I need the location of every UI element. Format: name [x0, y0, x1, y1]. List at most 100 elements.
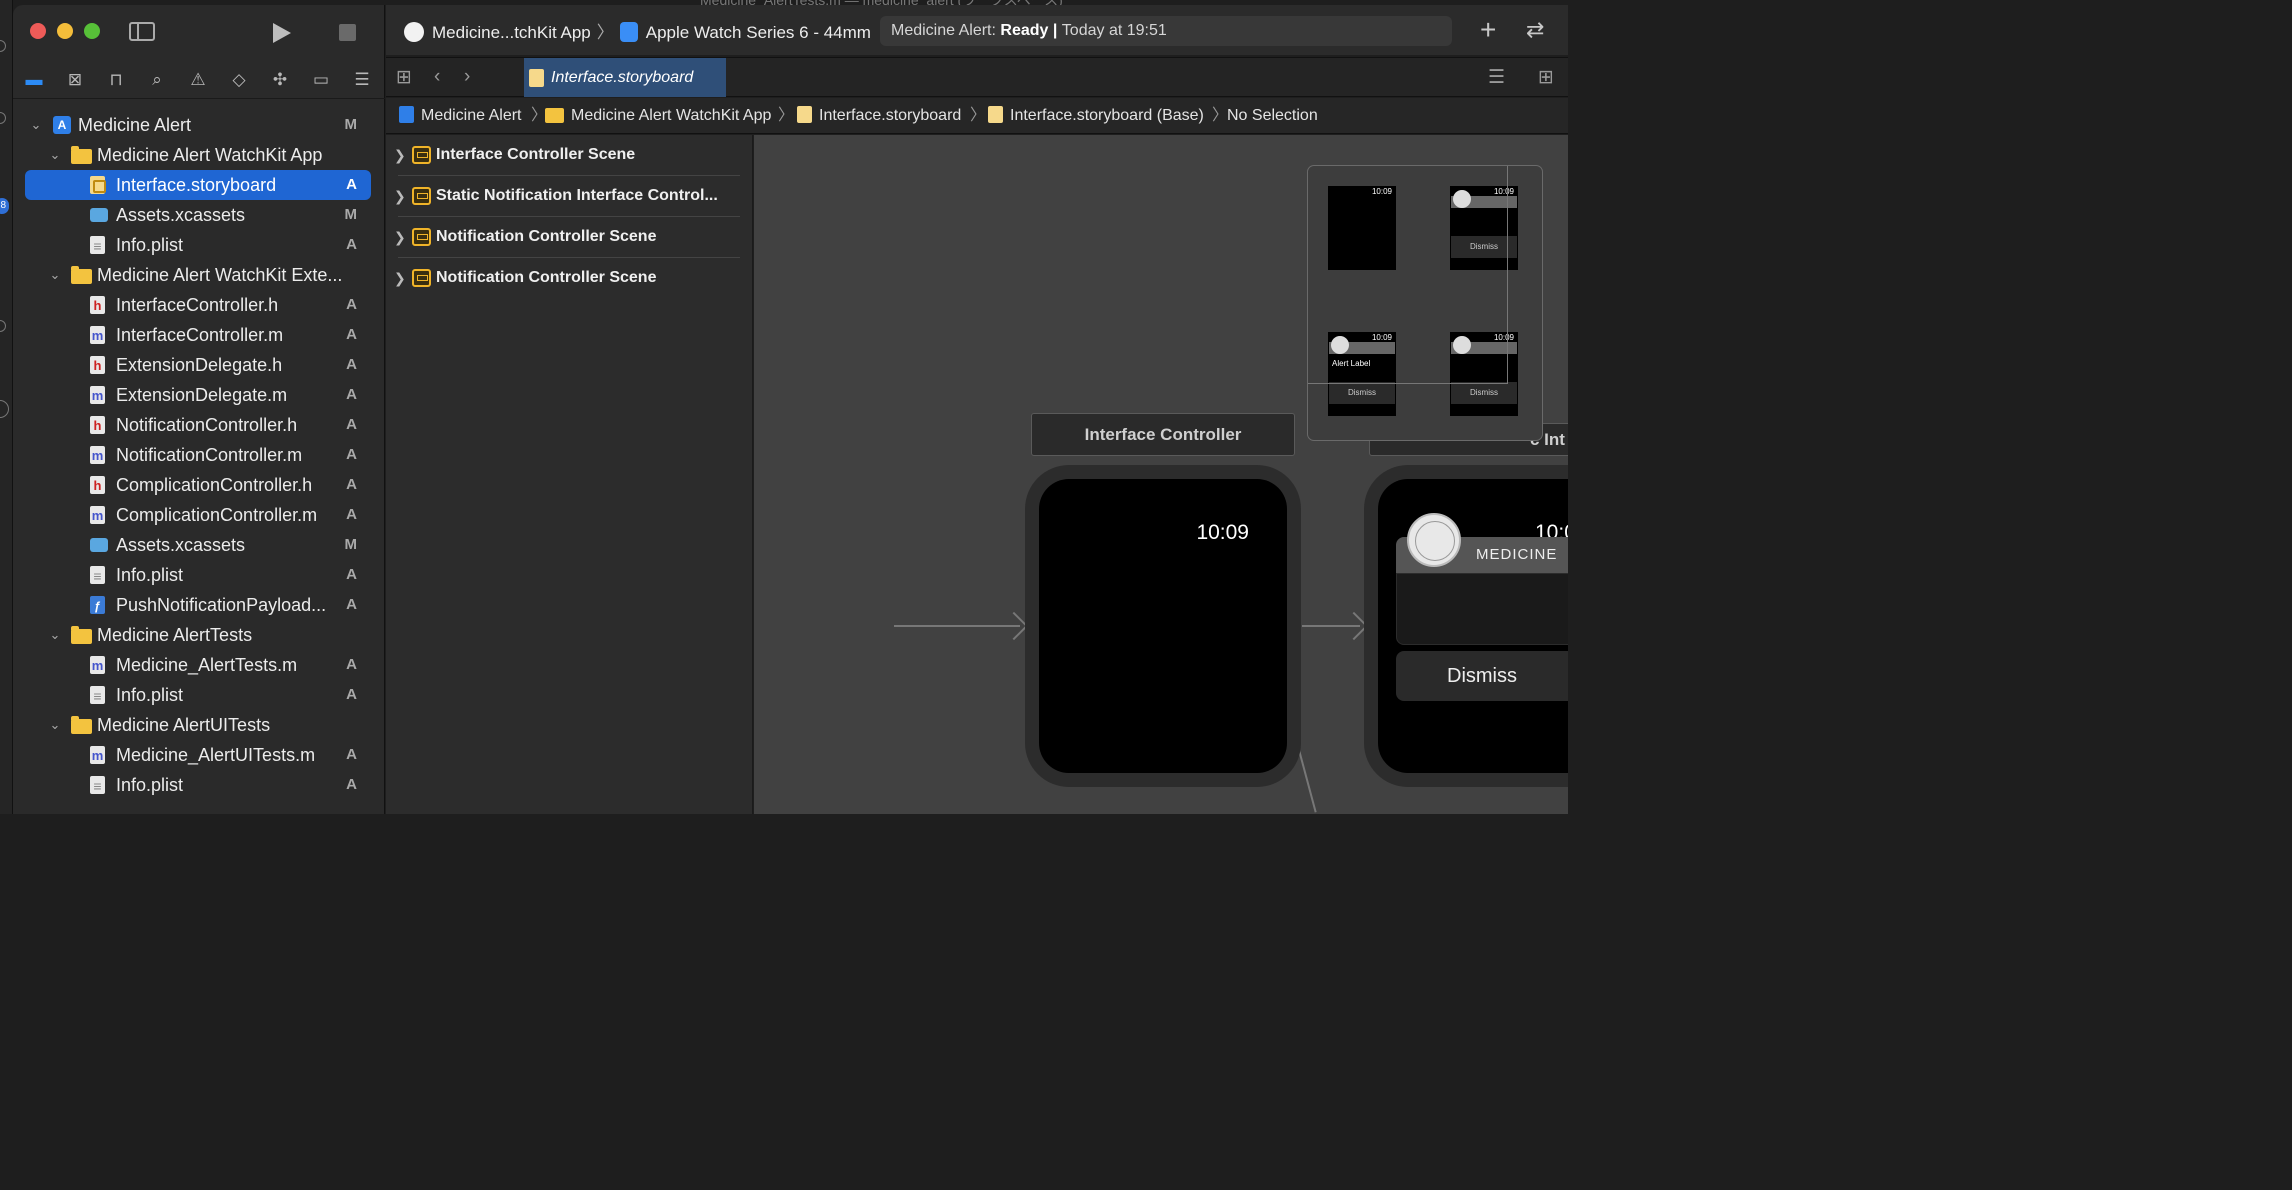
breadcrumb-selection[interactable]: No Selection: [1227, 98, 1318, 134]
tree-file[interactable]: Assets.xcassets M: [25, 530, 371, 560]
symbol-icon[interactable]: ⊓: [103, 67, 129, 93]
breadcrumb-storyboard-base[interactable]: Interface.storyboard (Base): [988, 98, 1204, 134]
tree-file[interactable]: Medicine_AlertUITests.m A: [25, 740, 371, 770]
folder-icon: [71, 626, 92, 644]
outline-scene[interactable]: ❯ Interface Controller Scene: [394, 135, 740, 176]
scheme-app[interactable]: Medicine...tchKit App: [432, 23, 591, 42]
tree-file[interactable]: Interface.storyboard A: [25, 170, 371, 200]
breadcrumb-project[interactable]: Medicine Alert: [399, 98, 522, 134]
tree-file[interactable]: ComplicationController.h A: [25, 470, 371, 500]
tree-file[interactable]: NotificationController.m A: [25, 440, 371, 470]
project-icon: [399, 106, 414, 123]
watch-screen[interactable]: 10:09: [1039, 479, 1287, 773]
folder-icon[interactable]: ▬: [21, 67, 47, 93]
source-file-icon: [90, 656, 105, 674]
tree-file[interactable]: InterfaceController.h A: [25, 290, 371, 320]
maximize-window-button[interactable]: [84, 23, 100, 39]
tree-group[interactable]: ⌄ Medicine AlertUITests: [25, 710, 371, 740]
tree-group[interactable]: ⌄ Medicine Alert WatchKit Exte...: [25, 260, 371, 290]
back-icon[interactable]: ‹: [434, 66, 440, 88]
crumb-label: Medicine Alert: [421, 107, 522, 124]
plist-icon: [90, 686, 105, 704]
run-button[interactable]: [273, 23, 291, 43]
chevron-down-icon[interactable]: ⌄: [48, 260, 62, 290]
notification-body[interactable]: [1396, 573, 1568, 645]
editor-options-icon[interactable]: ☰: [1488, 66, 1505, 89]
outline-scene[interactable]: ❯ Notification Controller Scene: [394, 217, 740, 258]
tree-item-label: Info.plist: [116, 565, 184, 585]
close-window-button[interactable]: [30, 23, 46, 39]
chevron-right-icon[interactable]: ❯: [394, 258, 406, 298]
header-file-icon: [90, 356, 105, 374]
report-icon[interactable]: ☰: [349, 67, 375, 93]
minimap-viewport[interactable]: [1308, 166, 1508, 384]
dismiss-button[interactable]: Dismiss: [1396, 651, 1568, 701]
tree-file[interactable]: InterfaceController.m A: [25, 320, 371, 350]
grid-icon[interactable]: ⊞: [396, 66, 412, 89]
project-navigator: ▬ ⊠ ⊓ ⌕ ⚠ ◇ ✣ ▭ ☰ ⌄Medicine AlertM⌄Medic…: [13, 5, 385, 814]
interface-controller-title[interactable]: Interface Controller: [1031, 413, 1295, 456]
warning-icon[interactable]: ⚠: [185, 67, 211, 93]
tree-file[interactable]: Medicine_AlertTests.m A: [25, 650, 371, 680]
notification-controller-watch[interactable]: 10:0 MEDICINE Dismiss: [1364, 465, 1568, 787]
source-control-status: A: [346, 386, 357, 403]
chevron-down-icon[interactable]: ⌄: [48, 140, 62, 170]
tree-item-label: Medicine Alert: [78, 115, 192, 135]
chevron-down-icon[interactable]: ⌄: [29, 110, 43, 140]
canvas-minimap[interactable]: 10:09 10:09 Dismiss 10:09 Alert Label Di…: [1307, 165, 1543, 441]
breadcrumb-folder[interactable]: Medicine Alert WatchKit App: [545, 98, 771, 134]
chevron-right-icon: 〉: [778, 107, 795, 124]
search-icon[interactable]: ⌕: [144, 67, 170, 93]
tree-file[interactable]: Info.plist A: [25, 560, 371, 590]
storyboard-canvas[interactable]: Interface Controller c Int 10:09 10:0 ME…: [754, 135, 1568, 814]
chevron-right-icon[interactable]: ❯: [394, 176, 406, 216]
scheme-device[interactable]: Apple Watch Series 6 - 44mm: [646, 23, 871, 42]
tree-file[interactable]: ComplicationController.m A: [25, 500, 371, 530]
interface-controller-watch[interactable]: 10:09: [1025, 465, 1301, 787]
tree-group[interactable]: ⌄ Medicine Alert M: [25, 110, 371, 140]
tree-file[interactable]: PushNotificationPayload... A: [25, 590, 371, 620]
add-editor-icon[interactable]: ⊞: [1538, 66, 1554, 89]
breakpoint-icon[interactable]: ▭: [308, 67, 334, 93]
tree-file[interactable]: Info.plist A: [25, 680, 371, 710]
outline-scene[interactable]: ❯ Notification Controller Scene: [394, 258, 740, 299]
mini-dismiss: Dismiss: [1329, 382, 1395, 404]
breadcrumb-storyboard[interactable]: Interface.storyboard: [797, 98, 961, 134]
tab-interface-storyboard[interactable]: Interface.storyboard: [524, 58, 726, 97]
scene-icon: [412, 228, 431, 246]
minimize-window-button[interactable]: [57, 23, 73, 39]
sidebar-toggle-icon[interactable]: [129, 22, 155, 41]
debug-icon[interactable]: ✣: [267, 67, 293, 93]
tree-file[interactable]: Info.plist A: [25, 230, 371, 260]
tree-group[interactable]: ⌄ Medicine Alert WatchKit App: [25, 140, 371, 170]
tree-file[interactable]: Assets.xcassets M: [25, 200, 371, 230]
stop-button[interactable]: [339, 24, 356, 41]
scene-icon: [412, 146, 431, 164]
swap-arrows-icon[interactable]: ⇄: [1526, 17, 1544, 43]
tree-item-label: ExtensionDelegate.h: [116, 355, 283, 375]
source-control-icon[interactable]: ⊠: [62, 67, 88, 93]
test-icon[interactable]: ◇: [226, 67, 252, 93]
device-icon: [619, 22, 638, 42]
source-control-status: A: [346, 746, 357, 763]
chevron-right-icon[interactable]: ❯: [394, 217, 406, 257]
plus-icon[interactable]: +: [1480, 15, 1496, 45]
tree-item-label: InterfaceController.m: [116, 325, 284, 345]
forward-icon[interactable]: ›: [464, 66, 470, 88]
tree-file[interactable]: NotificationController.h A: [25, 410, 371, 440]
tree-group[interactable]: ⌄ Medicine AlertTests: [25, 620, 371, 650]
chevron-right-icon[interactable]: ❯: [394, 135, 406, 175]
plist-icon: [90, 236, 105, 254]
tree-item-label: Medicine Alert WatchKit Exte...: [97, 265, 343, 285]
chevron-down-icon[interactable]: ⌄: [48, 710, 62, 740]
tree-file[interactable]: ExtensionDelegate.h A: [25, 350, 371, 380]
tree-file[interactable]: Info.plist A: [25, 770, 371, 800]
tree-item-label: InterfaceController.h: [116, 295, 279, 315]
arrowhead: [999, 611, 1029, 641]
tree-file[interactable]: ExtensionDelegate.m A: [25, 380, 371, 410]
chevron-down-icon[interactable]: ⌄: [48, 620, 62, 650]
scheme-selector[interactable]: Medicine...tchKit App 〉 Apple Watch Series…: [404, 18, 871, 43]
tree-item-label: Info.plist: [116, 685, 184, 705]
storyboard-icon: [797, 106, 812, 123]
outline-scene[interactable]: ❯ Static Notification Interface Control..…: [394, 176, 740, 217]
